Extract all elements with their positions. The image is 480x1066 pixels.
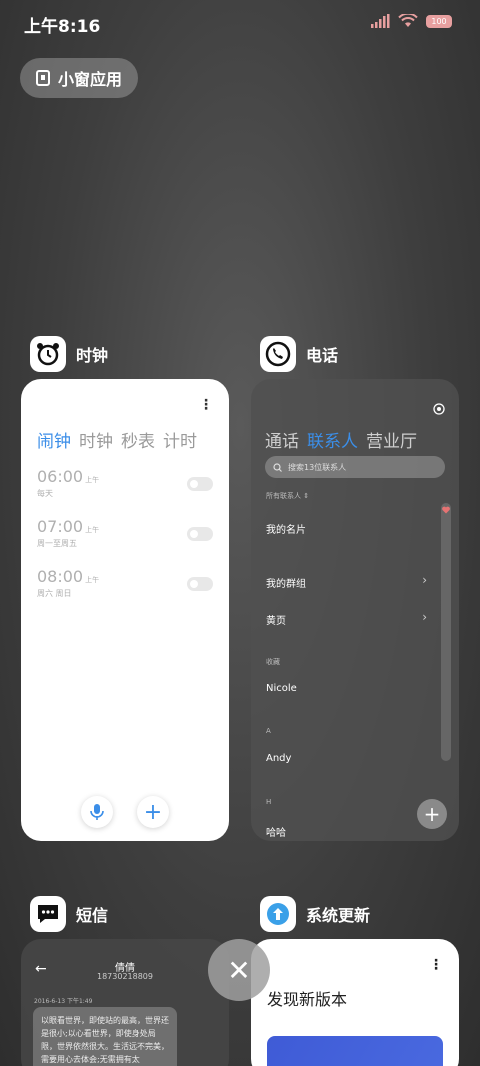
phone-app-icon xyxy=(260,336,296,372)
alarm-toggle[interactable] xyxy=(187,477,213,491)
clock-tabs: 闹钟 时钟 秒表 计时 xyxy=(37,427,197,452)
app-header-phone[interactable]: 电话 xyxy=(260,336,338,372)
alarm-item[interactable]: 07:00 上午 周一至周五 xyxy=(37,517,213,557)
update-banner xyxy=(267,1036,443,1066)
alarm-ampm: 上午 xyxy=(85,476,100,484)
alarm-item[interactable]: 08:00 上午 周六 周日 xyxy=(37,567,213,607)
microphone-icon xyxy=(90,804,104,820)
tab-stopwatch[interactable]: 秒表 xyxy=(121,427,155,452)
yellow-pages-item[interactable]: 黄页 xyxy=(266,612,286,627)
add-alarm-button[interactable]: + xyxy=(137,796,169,828)
app-header-update[interactable]: 系统更新 xyxy=(260,896,370,932)
floating-window-icon xyxy=(36,70,50,86)
signal-icon xyxy=(371,14,390,28)
app-name-update: 系统更新 xyxy=(306,906,371,925)
search-placeholder: 搜索13位联系人 xyxy=(288,462,347,472)
tab-alarm[interactable]: 闹钟 xyxy=(37,427,71,452)
alphabet-index-scrollbar[interactable] xyxy=(441,503,451,761)
contact-search-input[interactable]: 搜索13位联系人 xyxy=(265,456,445,478)
tab-timer[interactable]: 计时 xyxy=(163,427,197,452)
close-icon: ✕ xyxy=(227,953,251,987)
contact-item[interactable]: Nicole xyxy=(266,683,297,694)
contact-filter[interactable]: 所有联系人 ⇕ xyxy=(266,491,309,501)
update-heading: 发现新版本 xyxy=(267,990,348,1009)
app-name-clock: 时钟 xyxy=(76,346,109,365)
alarm-toggle[interactable] xyxy=(187,527,213,541)
app-header-sms[interactable]: 短信 xyxy=(30,896,108,932)
alarm-time: 06:00 xyxy=(37,467,84,486)
wifi-icon xyxy=(398,14,418,27)
contact-item[interactable]: Andy xyxy=(266,753,291,764)
clock-app-icon xyxy=(30,336,66,372)
phone-tabs: 通话 联系人 营业厅 xyxy=(265,427,417,452)
settings-icon[interactable] xyxy=(433,403,445,415)
my-card-item[interactable]: 我的名片 xyxy=(266,521,306,536)
contact-filter-label: 所有联系人 xyxy=(266,492,301,500)
app-name-sms: 短信 xyxy=(76,906,109,925)
section-header-h: H xyxy=(266,798,272,806)
status-time: 上午8:16 xyxy=(24,17,101,37)
alarm-repeat: 周六 周日 xyxy=(37,589,72,598)
sms-app-icon xyxy=(30,896,66,932)
alarm-time: 07:00 xyxy=(37,517,84,536)
plus-icon: + xyxy=(423,802,441,826)
my-groups-item[interactable]: 我的群组 xyxy=(266,575,306,590)
contact-item[interactable]: 哈哈 xyxy=(266,824,286,839)
update-app-card[interactable]: ⋮ 发现新版本 xyxy=(251,939,459,1066)
alarm-toggle[interactable] xyxy=(187,577,213,591)
tab-contacts[interactable]: 联系人 xyxy=(307,427,358,452)
floating-window-button[interactable]: 小窗应用 xyxy=(20,58,138,98)
more-icon[interactable]: ⋮ xyxy=(429,958,443,972)
status-bar: 上午8:16 100 xyxy=(0,0,480,46)
chevron-right-icon: › xyxy=(422,610,427,624)
more-icon[interactable]: ⋮ xyxy=(199,398,213,412)
add-contact-button[interactable]: + xyxy=(417,799,447,829)
alarm-item[interactable]: 06:00 上午 每天 xyxy=(37,467,213,507)
alarm-ampm: 上午 xyxy=(85,526,100,534)
alarm-ampm: 上午 xyxy=(85,576,100,584)
floating-window-label: 小窗应用 xyxy=(58,70,123,89)
message-date: 2016-6-13 下午1:49 xyxy=(34,998,93,1005)
clock-app-card[interactable]: ⋮ 闹钟 时钟 秒表 计时 06:00 上午 每天 07:00 上午 周一至周五 0… xyxy=(21,379,229,841)
tab-service-hall[interactable]: 营业厅 xyxy=(366,427,417,452)
tab-calls[interactable]: 通话 xyxy=(265,427,299,452)
phone-app-card[interactable]: 通话 联系人 营业厅 搜索13位联系人 所有联系人 ⇕ 我的名片 我的群组 › … xyxy=(251,379,459,841)
app-header-clock[interactable]: 时钟 xyxy=(30,336,108,372)
section-header-a: A xyxy=(266,727,271,735)
tab-clock[interactable]: 时钟 xyxy=(79,427,113,452)
heart-icon xyxy=(442,506,450,514)
update-app-icon xyxy=(260,896,296,932)
message-bubble[interactable]: 以眼看世界，即使站的最高，世界还是很小;以心看世界，即使身处局限，世界依然很大。… xyxy=(33,1007,177,1066)
voice-alarm-button[interactable] xyxy=(81,796,113,828)
alarm-repeat: 周一至周五 xyxy=(37,539,77,548)
battery-icon: 100 xyxy=(426,14,452,28)
plus-icon: + xyxy=(143,799,163,825)
search-icon xyxy=(273,462,282,472)
alarm-time: 08:00 xyxy=(37,567,84,586)
alarm-repeat: 每天 xyxy=(37,489,53,498)
app-name-phone: 电话 xyxy=(306,346,339,365)
chevron-right-icon: › xyxy=(422,573,427,587)
section-header-favorites: 收藏 xyxy=(266,658,280,666)
clear-all-button[interactable]: ✕ xyxy=(208,939,270,1001)
sms-app-card[interactable]: ← 倩倩 18730218809 2016-6-13 下午1:49 以眼看世界，… xyxy=(21,939,229,1066)
status-icons: 100 xyxy=(370,14,452,28)
conversation-contact-number: 18730218809 xyxy=(97,972,153,981)
